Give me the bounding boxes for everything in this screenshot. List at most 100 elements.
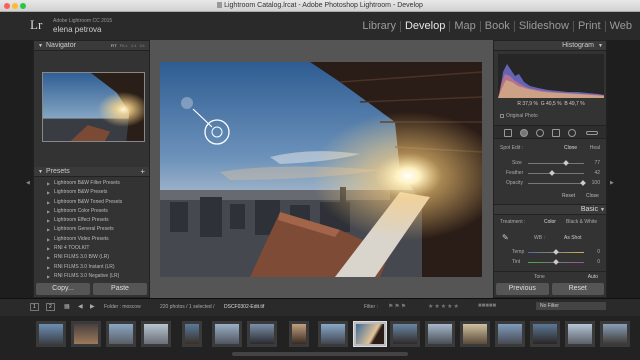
preset-folder[interactable]: ▶ RNI FILMS 3.0 B/W (LR)	[34, 253, 149, 262]
main-screen-button[interactable]: 1	[30, 303, 39, 311]
bw-treatment-button[interactable]: Black & White	[566, 219, 597, 225]
copy-button[interactable]: Copy...	[36, 283, 90, 295]
collapse-right-icon[interactable]: ▶	[610, 180, 614, 186]
color-treatment-button[interactable]: Color	[544, 219, 556, 225]
collapse-left-icon[interactable]: ◀	[26, 180, 30, 186]
eyedropper-icon[interactable]: ✎	[502, 233, 509, 242]
slider-knob[interactable]	[563, 160, 569, 166]
spot-removal-tool-icon[interactable]	[520, 129, 528, 137]
star-filter-icon[interactable]: ★★★★★	[428, 303, 460, 310]
tint-slider[interactable]	[528, 259, 584, 265]
radial-filter-icon[interactable]	[568, 129, 576, 137]
auto-tone-button[interactable]: Auto	[588, 274, 598, 280]
second-screen-button[interactable]: 2	[46, 303, 55, 311]
preset-folder[interactable]: ▶ Lightroom B&W Filter Presets	[34, 179, 149, 188]
heal-mode-button[interactable]: Heal	[590, 145, 600, 151]
filmstrip-thumbnail[interactable]	[36, 321, 66, 347]
module-slideshow[interactable]: Slideshow	[513, 21, 573, 32]
clone-mode-button[interactable]: Clone	[564, 145, 577, 151]
red-eye-tool-icon[interactable]	[536, 129, 544, 137]
filmstrip-thumbnail[interactable]	[289, 321, 309, 347]
zoom-3-1[interactable]: 3:1	[139, 43, 145, 48]
current-filename[interactable]: DSCF0302-Edit.tif	[224, 304, 264, 310]
reset-button[interactable]: Reset	[551, 283, 604, 295]
image-canvas[interactable]	[150, 40, 493, 298]
preset-folder[interactable]: ▶ Lightroom B&W Toned Presets	[34, 198, 149, 207]
module-map[interactable]: Map	[449, 21, 479, 32]
preset-folder[interactable]: ▶ Lightroom Color Presets	[34, 207, 149, 216]
module-develop[interactable]: Develop	[399, 21, 449, 32]
zoom-fill[interactable]: FILL	[120, 43, 128, 48]
basic-header[interactable]: Basic ▼	[494, 204, 606, 215]
preset-folder[interactable]: ▶ RNI 4 TOOLKIT	[34, 244, 149, 253]
zoom-1-1[interactable]: 1:1	[131, 43, 137, 48]
preset-folder[interactable]: ▶ Lightroom General Presets	[34, 225, 149, 234]
feather-slider[interactable]	[528, 170, 584, 176]
paste-button[interactable]: Paste	[93, 283, 147, 295]
filmstrip-thumbnail[interactable]	[318, 321, 348, 347]
slider-knob[interactable]	[549, 170, 555, 176]
module-print[interactable]: Print	[572, 21, 605, 32]
folder-source[interactable]: Folder : moscow	[104, 304, 141, 310]
right-edge: ▶	[607, 40, 640, 298]
navigator-header[interactable]: ▼ Navigator FIT FILL 1:1 3:1	[34, 41, 149, 51]
spot-edit-buttons: Reset Close	[494, 193, 606, 203]
add-preset-icon[interactable]: +	[140, 167, 145, 176]
module-library[interactable]: Library	[358, 21, 400, 32]
grid-view-icon[interactable]: ▦	[64, 303, 70, 310]
preset-folder[interactable]: ▶ RNI FILMS 3.0 Negative (LR)	[34, 272, 149, 281]
preset-folder[interactable]: ▶ Lightroom Video Presets	[34, 235, 149, 244]
filter-select[interactable]: No Filter	[536, 302, 606, 310]
color-filter-icon[interactable]: ■■■■■	[478, 303, 496, 309]
checkbox-icon[interactable]	[500, 114, 504, 118]
next-photo-icon[interactable]: ▶	[90, 303, 95, 310]
preset-folder[interactable]: ▶ Lightroom B&W Presets	[34, 188, 149, 197]
crop-tool-icon[interactable]	[504, 129, 512, 137]
filmstrip-thumbnail[interactable]	[565, 321, 595, 347]
filmstrip-thumbnail-selected[interactable]	[353, 321, 387, 347]
filmstrip-scrollbar[interactable]	[232, 352, 408, 356]
size-slider[interactable]	[528, 160, 584, 166]
spot-close-button[interactable]: Close	[586, 193, 599, 199]
filmstrip-thumbnail[interactable]	[247, 321, 277, 347]
graduated-filter-icon[interactable]	[552, 129, 560, 137]
filmstrip-thumbnail[interactable]	[425, 321, 455, 347]
flag-filter-icon[interactable]: ⚑⚑⚑	[388, 303, 407, 310]
adjustment-brush-icon[interactable]	[586, 131, 598, 135]
preset-folder[interactable]: ▶ RNI FILMS 3.0 Instant (LR)	[34, 263, 149, 272]
window-title: Lightroom Catalog.lrcat - Adobe Photosho…	[224, 2, 423, 9]
filmstrip-thumbnail[interactable]	[71, 321, 101, 347]
histogram-header[interactable]: Histogram ▼	[494, 41, 606, 51]
document-icon	[217, 2, 223, 8]
previous-button[interactable]: Previous	[496, 283, 549, 295]
original-photo-toggle[interactable]: Original Photo	[500, 113, 538, 119]
filmstrip-thumbnail[interactable]	[212, 321, 242, 347]
presets-title: Presets	[46, 168, 70, 175]
previous-photo-icon[interactable]: ◀	[78, 303, 83, 310]
slider-knob[interactable]	[553, 249, 559, 255]
slider-knob[interactable]	[553, 259, 559, 265]
navigator-preview[interactable]	[42, 72, 145, 142]
histogram[interactable]	[498, 54, 604, 98]
filmstrip-thumbnail[interactable]	[495, 321, 525, 347]
filmstrip-thumbnail[interactable]	[530, 321, 560, 347]
filmstrip-thumbnail[interactable]	[182, 321, 202, 347]
expand-triangle-icon: ▶	[47, 181, 51, 186]
filmstrip-thumbnail[interactable]	[600, 321, 630, 347]
module-web[interactable]: Web	[604, 21, 636, 32]
opacity-slider[interactable]	[528, 180, 586, 186]
wb-select[interactable]: As Shot	[564, 235, 582, 241]
filmstrip-thumbnail[interactable]	[460, 321, 490, 347]
preset-folder[interactable]: ▶ Lightroom Effect Presets	[34, 216, 149, 225]
spot-reset-button[interactable]: Reset	[562, 193, 575, 199]
zoom-fit[interactable]: FIT	[111, 43, 117, 48]
temp-slider[interactable]	[528, 249, 584, 255]
filmstrip-thumbnail[interactable]	[141, 321, 171, 347]
presets-header[interactable]: ▼ Presets +	[34, 167, 149, 177]
module-book[interactable]: Book	[479, 21, 514, 32]
filter-label: Filter :	[364, 304, 378, 310]
slider-knob[interactable]	[580, 180, 586, 186]
filmstrip-thumbnail[interactable]	[106, 321, 136, 347]
photo[interactable]	[160, 62, 482, 277]
filmstrip-thumbnail[interactable]	[390, 321, 420, 347]
